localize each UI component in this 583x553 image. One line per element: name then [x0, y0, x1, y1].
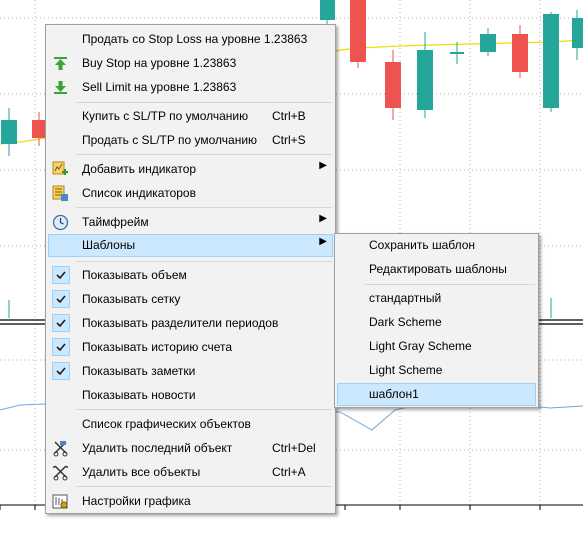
menu-item-object-list[interactable]: Список графических объектов	[48, 413, 333, 436]
menu-item-label: Удалить последний объект	[82, 441, 233, 455]
menu-item-templates[interactable]: Шаблоны ▶	[48, 234, 333, 257]
menu-item-label: Список графических объектов	[82, 417, 251, 431]
menu-separator	[76, 409, 332, 410]
menu-item-label: Показывать объем	[82, 268, 187, 282]
menu-separator	[76, 486, 332, 487]
menu-item-label: стандартный	[369, 291, 442, 305]
menu-item-label: Показывать сетку	[82, 292, 181, 306]
submenu-arrow-icon: ▶	[319, 160, 327, 171]
checkmark-icon	[52, 314, 70, 332]
menu-item-label: Продать со Stop Loss на уровне 1.23863	[82, 32, 308, 46]
clock-icon	[52, 214, 69, 231]
chart-settings-icon	[52, 494, 68, 509]
candle	[417, 50, 433, 110]
menu-separator	[76, 102, 332, 103]
menu-item-label: Показывать новости	[82, 388, 196, 402]
templates-submenu: Сохранить шаблон Редактировать шаблоны с…	[334, 233, 539, 408]
menu-separator	[76, 261, 332, 262]
buy-stop-arrow-icon	[54, 57, 67, 70]
submenu-item-save-template[interactable]: Сохранить шаблон	[337, 234, 536, 257]
submenu-arrow-icon: ▶	[319, 236, 327, 247]
menu-item-label: Показывать заметки	[82, 364, 196, 378]
checkmark-icon	[52, 266, 70, 284]
delete-all-objects-icon	[53, 465, 68, 481]
menu-item-label: Купить с SL/TP по умолчанию	[82, 109, 249, 123]
menu-separator	[365, 284, 535, 285]
menu-item-label: Dark Scheme	[369, 315, 442, 329]
menu-item-sell-stop-loss[interactable]: Продать со Stop Loss на уровне 1.23863	[48, 28, 333, 51]
menu-separator	[76, 207, 332, 208]
menu-item-label: Таймфрейм	[82, 215, 149, 229]
menu-item-label: Light Gray Scheme	[369, 339, 472, 353]
menu-item-show-notes[interactable]: Показывать заметки	[48, 360, 333, 383]
menu-item-show-account-history[interactable]: Показывать историю счета	[48, 336, 333, 359]
submenu-arrow-icon: ▶	[319, 213, 327, 224]
delete-last-object-icon	[53, 441, 68, 457]
checkmark-icon	[52, 362, 70, 380]
menu-item-label: Сохранить шаблон	[369, 238, 476, 252]
candle	[350, 0, 366, 62]
submenu-item-template-light-gray-scheme[interactable]: Light Gray Scheme	[337, 335, 536, 358]
submenu-item-template-dark-scheme[interactable]: Dark Scheme	[337, 311, 536, 334]
candle	[572, 18, 583, 48]
menu-item-label: Список индикаторов	[82, 186, 196, 200]
candle	[480, 34, 496, 52]
menu-item-show-news[interactable]: Показывать новости	[48, 384, 333, 407]
menu-item-show-period-separators[interactable]: Показывать разделители периодов	[48, 312, 333, 335]
candle	[512, 34, 528, 72]
menu-item-label: Редактировать шаблоны	[369, 262, 507, 276]
candle	[385, 62, 401, 108]
menu-item-shortcut: Ctrl+A	[272, 465, 306, 479]
menu-item-label: Sell Limit на уровне 1.23863	[82, 80, 237, 94]
menu-item-label: Buy Stop на уровне 1.23863	[82, 56, 237, 70]
menu-item-label: Настройки графика	[82, 494, 191, 508]
menu-item-indicator-list[interactable]: Список индикаторов	[48, 182, 333, 205]
menu-item-shortcut: Ctrl+Del	[272, 441, 316, 455]
candle	[543, 14, 559, 108]
menu-item-label: шаблон1	[369, 387, 419, 401]
menu-item-label: Удалить все объекты	[82, 465, 201, 479]
menu-item-label: Показывать разделители периодов	[82, 316, 279, 330]
submenu-item-template-light-scheme[interactable]: Light Scheme	[337, 359, 536, 382]
menu-item-add-indicator[interactable]: Добавить индикатор ▶	[48, 158, 333, 181]
menu-item-delete-all-objects[interactable]: Удалить все объекты Ctrl+A	[48, 461, 333, 484]
menu-item-show-volume[interactable]: Показывать объем	[48, 264, 333, 287]
menu-item-label: Продать с SL/TP по умолчанию	[82, 133, 258, 147]
sell-limit-arrow-icon	[54, 81, 67, 94]
submenu-item-template-standard[interactable]: стандартный	[337, 287, 536, 310]
menu-item-buy-stop[interactable]: Buy Stop на уровне 1.23863	[48, 52, 333, 75]
menu-item-delete-last-object[interactable]: Удалить последний объект Ctrl+Del	[48, 437, 333, 460]
menu-item-timeframe[interactable]: Таймфрейм ▶	[48, 211, 333, 234]
menu-item-shortcut: Ctrl+B	[272, 109, 306, 123]
submenu-item-template-1[interactable]: шаблон1	[337, 383, 536, 406]
candle	[450, 52, 464, 54]
candle	[320, 0, 335, 20]
menu-item-buy-default[interactable]: Купить с SL/TP по умолчанию Ctrl+B	[48, 105, 333, 128]
submenu-item-edit-templates[interactable]: Редактировать шаблоны	[337, 258, 536, 281]
menu-item-label: Показывать историю счета	[82, 340, 233, 354]
menu-item-label: Добавить индикатор	[82, 162, 197, 176]
checkmark-icon	[52, 290, 70, 308]
candle	[32, 120, 46, 138]
menu-item-label: Шаблоны	[82, 238, 136, 252]
menu-item-sell-limit[interactable]: Sell Limit на уровне 1.23863	[48, 76, 333, 99]
candle	[1, 120, 17, 144]
indicator-list-icon	[52, 185, 68, 201]
checkmark-icon	[52, 338, 70, 356]
menu-item-label: Light Scheme	[369, 363, 443, 377]
chart-context-menu: Продать со Stop Loss на уровне 1.23863 B…	[45, 24, 336, 514]
menu-item-sell-default[interactable]: Продать с SL/TP по умолчанию Ctrl+S	[48, 129, 333, 152]
menu-item-chart-settings[interactable]: Настройки графика	[48, 490, 333, 513]
menu-item-show-grid[interactable]: Показывать сетку	[48, 288, 333, 311]
menu-separator	[76, 154, 332, 155]
menu-item-shortcut: Ctrl+S	[272, 133, 306, 147]
add-indicator-icon	[52, 161, 68, 175]
